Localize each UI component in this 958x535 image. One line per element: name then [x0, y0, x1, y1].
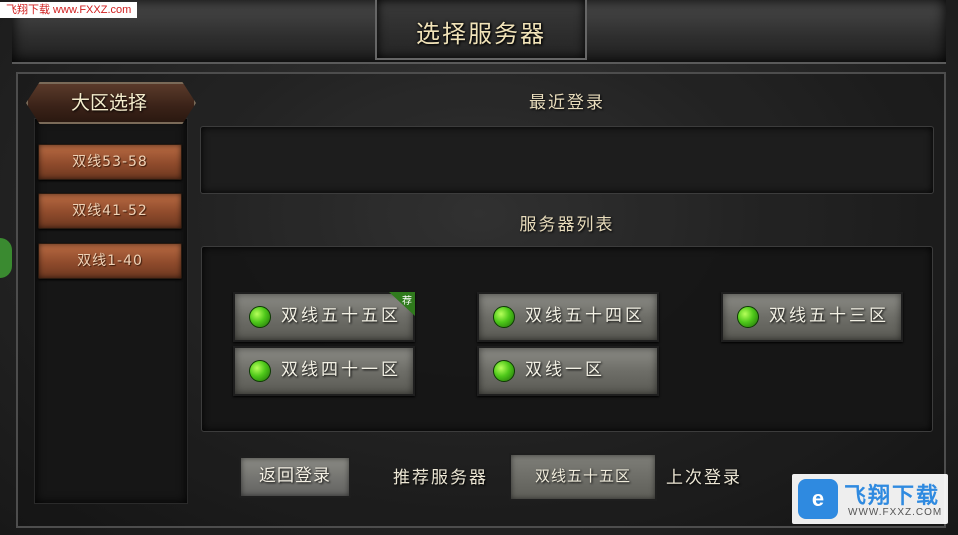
region-button-53-58[interactable]: 双线53-58 [38, 144, 182, 180]
server-list-heading: 服务器列表 [519, 215, 615, 235]
recommended-server-label: 推荐服务器 [393, 468, 488, 488]
status-dot-icon [249, 306, 271, 328]
game-window: 选择服务器 飞翔下载 www.FXXZ.com 大区选择 双线53-58 双线4… [0, 0, 958, 535]
status-dot-icon [493, 360, 515, 382]
status-dot-icon [249, 360, 271, 382]
server-name: 双线四十一区 [281, 360, 401, 380]
watermark-top-left: 飞翔下载 www.FXXZ.com [0, 2, 138, 18]
server-name: 双线五十四区 [525, 306, 645, 326]
recommended-server-button[interactable]: 双线五十五区 [509, 453, 657, 501]
back-to-login-button[interactable]: 返回登录 [239, 456, 351, 498]
region-button-41-52[interactable]: 双线41-52 [38, 193, 182, 229]
region-sidebar-title: 大区选择 [70, 92, 147, 114]
watermark-url: WWW.FXXZ.COM [848, 507, 943, 518]
recent-login-heading: 最近登录 [529, 93, 605, 113]
status-dot-icon [493, 306, 515, 328]
watermark-title: 飞翔下载 [844, 484, 941, 509]
server-button-41[interactable]: 双线四十一区 [233, 346, 415, 396]
server-button-53[interactable]: 双线五十三区 [721, 292, 903, 342]
last-login-label: 上次登录 [666, 468, 742, 488]
server-button-1[interactable]: 双线一区 [477, 346, 659, 396]
watermark-bottom-right: e 飞翔下载 WWW.FXXZ.COM [792, 474, 948, 524]
server-name: 双线一区 [525, 360, 605, 380]
window-title: 选择服务器 [416, 20, 546, 48]
status-dot-icon [737, 306, 759, 328]
server-name: 双线五十三区 [769, 306, 889, 326]
side-tab[interactable] [0, 238, 12, 278]
server-name: 双线五十五区 [281, 306, 401, 326]
server-button-54[interactable]: 双线五十四区 [477, 292, 659, 342]
server-button-55[interactable]: 双线五十五区 荐 [233, 292, 415, 342]
recommended-tag: 荐 [402, 296, 412, 307]
region-button-1-40[interactable]: 双线1-40 [38, 243, 182, 279]
watermark-logo-icon: e [798, 479, 838, 519]
recent-login-box [200, 126, 934, 194]
